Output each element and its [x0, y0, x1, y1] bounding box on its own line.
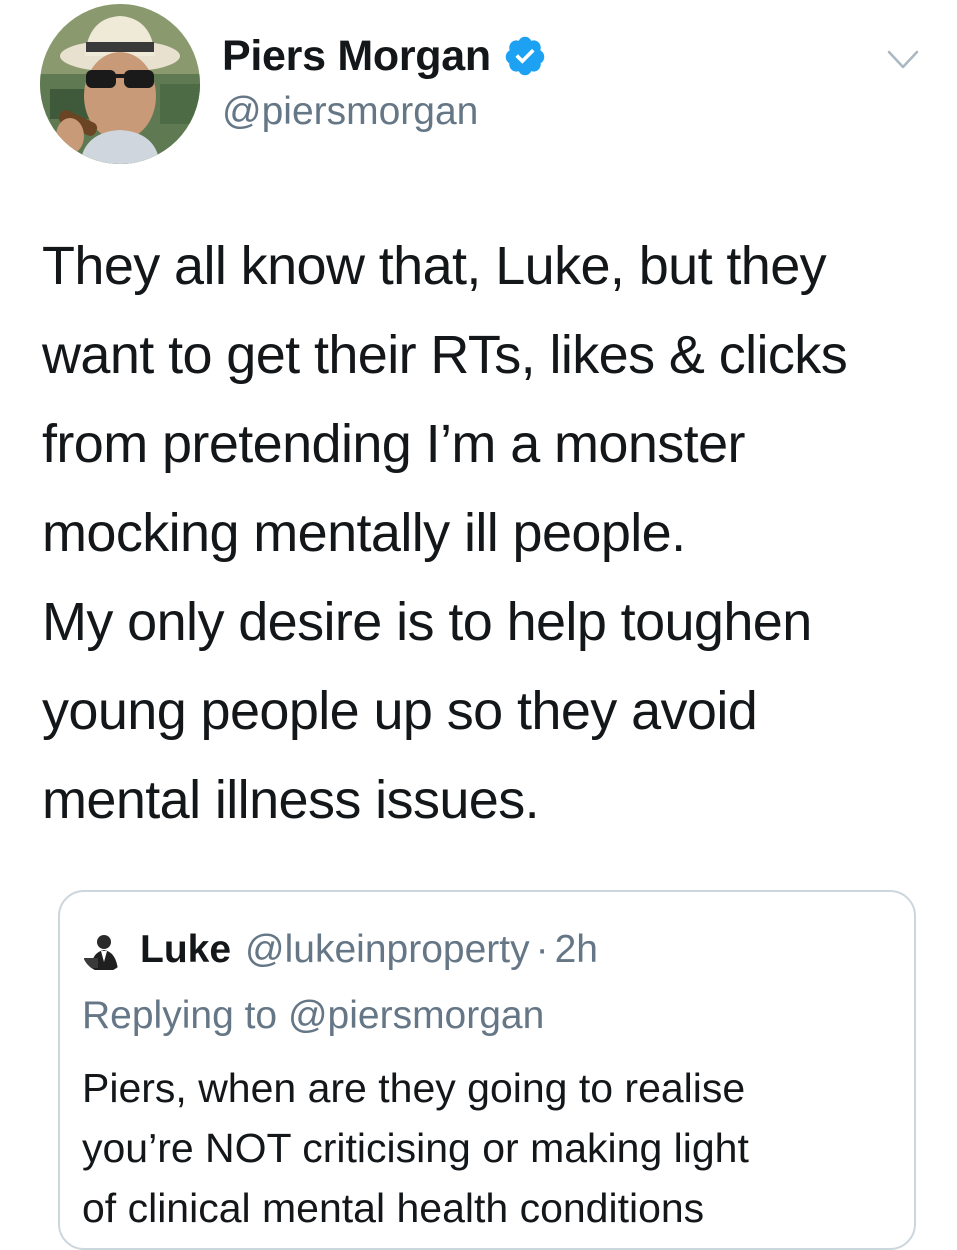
replying-to-label[interactable]: Replying to @piersmorgan [82, 994, 544, 1038]
quoted-author-display-name[interactable]: Luke [140, 928, 231, 972]
quoted-tweet-card[interactable]: Luke @lukeinproperty · 2h Replying to @p… [58, 890, 916, 1250]
quoted-text-line: Piers, when are they going to realise [82, 1065, 746, 1111]
quoted-author-handle[interactable]: @lukeinproperty [245, 928, 530, 972]
tweet-text-line: They all know that, Luke, but they [42, 236, 827, 296]
tweet-card: Piers Morgan @piersmorgan They all know … [0, 0, 957, 1250]
quoted-author-avatar[interactable] [82, 928, 126, 972]
tweet-text-line: mental illness issues. [42, 770, 540, 830]
quoted-tweet-text: Piers, when are they going to realise yo… [82, 1058, 902, 1238]
verified-badge-icon [505, 36, 545, 76]
quoted-tweet-header: Luke @lukeinproperty · 2h [82, 928, 598, 972]
author-display-name[interactable]: Piers Morgan [222, 32, 491, 81]
tweet-text-line: My only desire is to help toughen [42, 592, 812, 652]
author-avatar[interactable] [40, 4, 200, 164]
tweet-text-line: mocking mentally ill people. [42, 503, 686, 563]
author-block: Piers Morgan @piersmorgan [222, 28, 547, 134]
tweet-text-line: want to get their RTs, likes & clicks [42, 325, 848, 385]
name-row: Piers Morgan [222, 28, 547, 84]
author-handle[interactable]: @piersmorgan [222, 90, 547, 134]
tweet-text-line: young people up so they avoid [42, 681, 758, 741]
quoted-text-line: you’re NOT criticising or making light [82, 1125, 749, 1171]
quoted-text-line: of clinical mental health conditions [82, 1185, 705, 1231]
quoted-tweet-timestamp[interactable]: 2h [555, 928, 598, 972]
tweet-text: They all know that, Luke, but they want … [42, 222, 942, 845]
header-separator: · [535, 928, 549, 971]
chevron-down-icon[interactable] [886, 48, 920, 72]
tweet-text-line: from pretending I’m a monster [42, 414, 746, 474]
